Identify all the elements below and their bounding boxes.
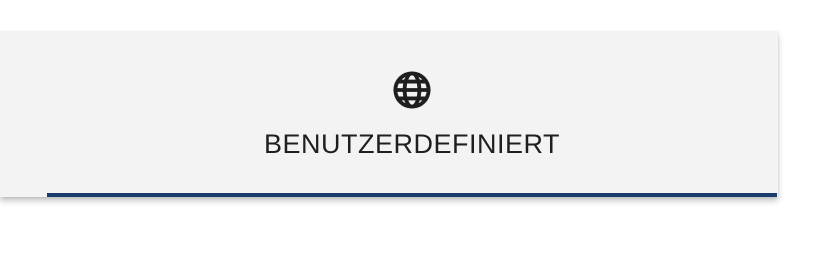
tab-label: BENUTZERDEFINIERT — [263, 129, 561, 159]
tab-bar: BENUTZERDEFINIERT — [0, 31, 778, 197]
globe-icon — [391, 69, 433, 111]
tab-benutzerdefiniert[interactable]: BENUTZERDEFINIERT — [47, 31, 777, 197]
page: BENUTZERDEFINIERT — [0, 0, 830, 264]
active-tab-indicator — [47, 193, 777, 197]
